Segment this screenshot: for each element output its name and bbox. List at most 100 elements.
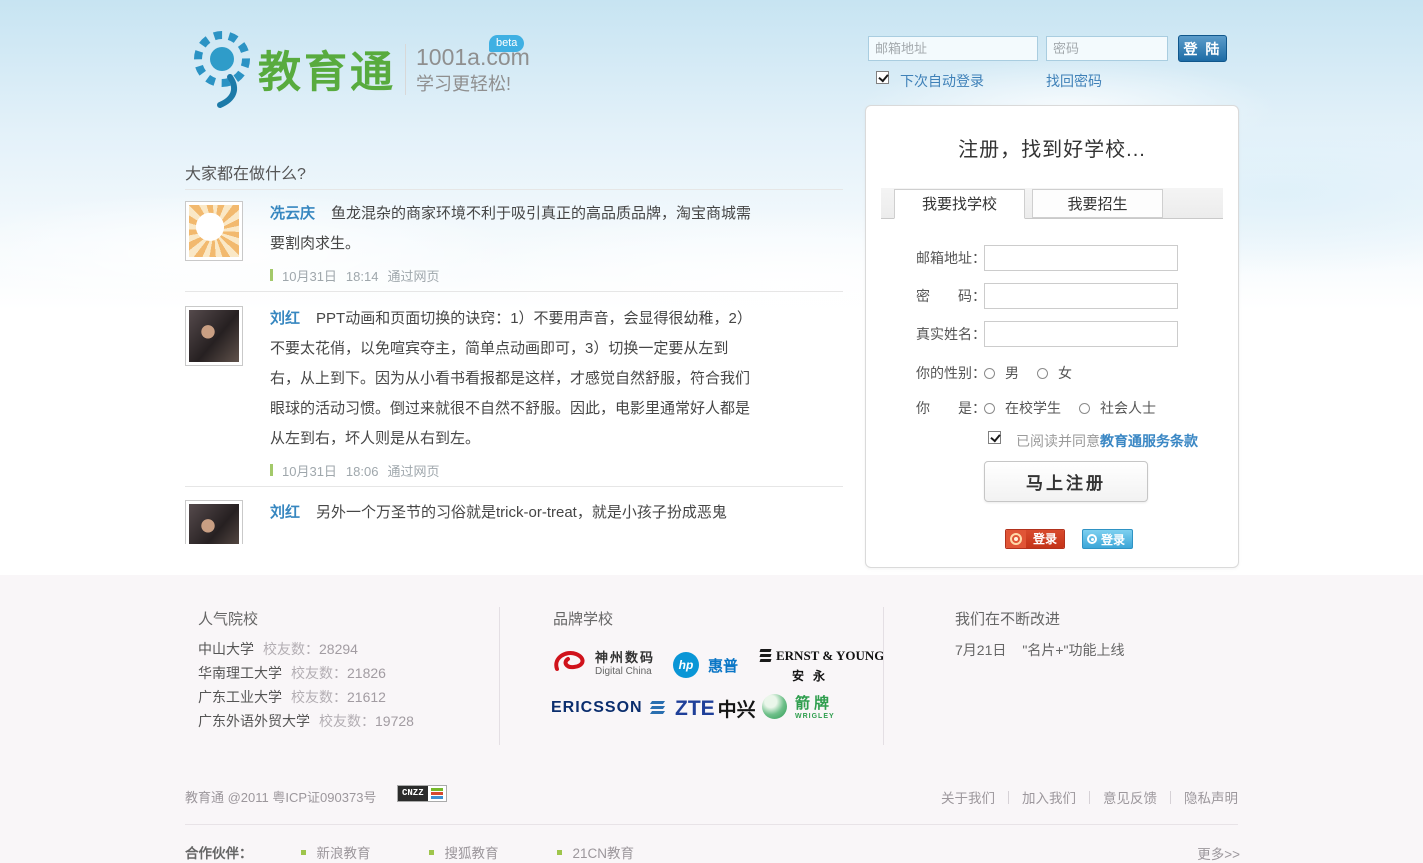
divider [185, 824, 1238, 825]
footer-link-feedback[interactable]: 意见反馈 [1103, 787, 1157, 807]
hp-circle-icon: hp [673, 652, 699, 678]
register-submit-button[interactable]: 马上注册 [984, 461, 1148, 502]
agree-terms-checkbox[interactable] [988, 431, 1001, 444]
school-name-link[interactable]: 华南理工大学 [198, 665, 282, 681]
partner-link-sina[interactable]: 新浪教育 [301, 842, 371, 862]
hp-cn: 惠普 [708, 655, 738, 676]
agree-prefix: 已阅读并同意 [1016, 433, 1100, 449]
ey-cn: 安永 [792, 667, 884, 684]
avatar[interactable] [185, 500, 243, 544]
avatar[interactable] [185, 306, 243, 366]
tab-recruit[interactable]: 我要招生 [1032, 189, 1163, 218]
tencent-login-label: 登录 [1101, 531, 1125, 548]
footer-link-privacy[interactable]: 隐私声明 [1184, 787, 1238, 807]
role-options: 在校学生 社会人士 [984, 395, 1174, 421]
school-name-link[interactable]: 广东工业大学 [198, 689, 282, 705]
login-password-input[interactable] [1046, 36, 1168, 61]
avatar-image [189, 310, 239, 362]
brand-name[interactable]: 教育通 [258, 38, 396, 100]
weibo-login-button[interactable]: 登录 [1005, 529, 1065, 549]
improvement-item: 7月21日"名片+"功能上线 [955, 640, 1124, 660]
register-email-input[interactable] [984, 245, 1178, 271]
wrigley-cn: 箭牌 [795, 692, 835, 713]
divider [499, 607, 500, 745]
role-social-label[interactable]: 社会人士 [1100, 395, 1156, 421]
wrigley-en: WRIGLEY [795, 713, 835, 720]
ericsson-logo[interactable]: ERICSSON [551, 699, 664, 717]
post-text: PPT动画和页面切换的诀窍：1）不要用声音，会显得很幼稚，2）不要太花俏，以免喧… [270, 310, 752, 447]
list-item: 中山大学校友数：28294 [198, 637, 414, 661]
role-social-radio[interactable] [1079, 403, 1090, 414]
ernst-young-logo[interactable]: ERNST & YOUNG 安永 [760, 648, 884, 684]
alumni-label: 校友数： [263, 641, 319, 657]
post-time: 18:06 [346, 464, 379, 479]
role-student-radio[interactable] [984, 403, 995, 414]
avatar-image [189, 205, 239, 257]
auto-login-checkbox[interactable] [876, 71, 889, 84]
register-title: 注册，找到好学校... [866, 133, 1238, 162]
register-password-input[interactable] [984, 283, 1178, 309]
footer-links: 关于我们 加入我们 意见反馈 隐私声明 [941, 787, 1238, 807]
gender-female-radio[interactable] [1037, 368, 1048, 379]
school-name-link[interactable]: 中山大学 [198, 641, 254, 657]
gender-label: 你的性别： [916, 360, 986, 386]
tencent-login-button[interactable]: 登录 [1082, 529, 1133, 549]
partners-row: 合作伙伴： 新浪教育 搜狐教育 21CN教育 [185, 842, 692, 862]
alumni-count: 21826 [347, 665, 386, 681]
post-time: 18:14 [346, 269, 379, 284]
divider [1170, 791, 1171, 804]
feed-title: 大家都在做什么? [185, 160, 306, 184]
footer-link-join[interactable]: 加入我们 [1022, 787, 1076, 807]
zte-logo[interactable]: ZTE 中兴 [675, 695, 756, 722]
digital-china-logo[interactable]: 神州数码 Digital China [551, 647, 655, 677]
forgot-password-link[interactable]: 找回密码 [1046, 71, 1102, 91]
register-realname-input[interactable] [984, 321, 1178, 347]
cnzz-badge[interactable]: CNZZ [397, 785, 447, 802]
role-student-label[interactable]: 在校学生 [1005, 395, 1061, 421]
post-date: 10月31日 [282, 464, 337, 479]
partners-label: 合作伙伴： [185, 842, 253, 862]
hp-logo[interactable]: hp 惠普 [673, 652, 738, 678]
register-panel: 注册，找到好学校... 我要找学校 我要招生 邮箱地址： 密 码： 真实姓名： … [865, 105, 1239, 568]
alumni-count: 19728 [375, 713, 414, 729]
popular-schools-title: 人气院校 [198, 608, 258, 629]
avatar[interactable] [185, 201, 243, 261]
login-email-input[interactable] [868, 36, 1038, 61]
post-date: 10月31日 [282, 269, 337, 284]
wrigley-globe-icon [762, 694, 787, 719]
improvements-title: 我们在不断改进 [955, 608, 1060, 629]
weibo-login-label: 登录 [1026, 530, 1064, 548]
alumni-label: 校友数： [319, 713, 375, 729]
page: 教育通 1001a.com beta 学习更轻松! 登 陆 下次自动登录 找回密… [0, 0, 1423, 863]
more-link[interactable]: 更多>> [1197, 843, 1240, 863]
login-button[interactable]: 登 陆 [1178, 35, 1227, 62]
partner-link-sohu[interactable]: 搜狐教育 [429, 842, 499, 862]
divider [185, 189, 843, 190]
tab-find-school[interactable]: 我要找学校 [894, 189, 1025, 219]
partner-link-21cn[interactable]: 21CN教育 [557, 842, 635, 862]
tencent-weibo-icon [1087, 534, 1097, 544]
post-via: 通过网页 [387, 464, 439, 479]
weibo-icon [1006, 529, 1026, 549]
improvement-date: 7月21日 [955, 642, 1006, 658]
divider [1008, 791, 1009, 804]
terms-link[interactable]: 教育通服务条款 [1100, 433, 1198, 449]
gender-female-label[interactable]: 女 [1058, 360, 1072, 386]
digital-china-swirl-icon [551, 648, 589, 676]
post-author-link[interactable]: 冼云庆 [270, 205, 315, 222]
wrigley-logo[interactable]: 箭牌 WRIGLEY [762, 692, 835, 720]
password-label: 密 码： [916, 283, 986, 309]
post-author-link[interactable]: 刘红 [270, 504, 300, 521]
auto-login-label[interactable]: 下次自动登录 [900, 71, 984, 91]
popular-schools-list: 中山大学校友数：28294 华南理工大学校友数：21826 广东工业大学校友数：… [198, 637, 414, 733]
magnifier-logo-icon [192, 29, 254, 114]
list-item: 广东外语外贸大学校友数：19728 [198, 709, 414, 733]
list-item: 广东工业大学校友数：21612 [198, 685, 414, 709]
post-author-link[interactable]: 刘红 [270, 310, 300, 327]
school-name-link[interactable]: 广东外语外贸大学 [198, 713, 310, 729]
gender-male-label[interactable]: 男 [1005, 360, 1019, 386]
alumni-count: 21612 [347, 689, 386, 705]
gender-male-radio[interactable] [984, 368, 995, 379]
footer-link-about[interactable]: 关于我们 [941, 787, 995, 807]
role-label: 你 是： [916, 395, 986, 421]
